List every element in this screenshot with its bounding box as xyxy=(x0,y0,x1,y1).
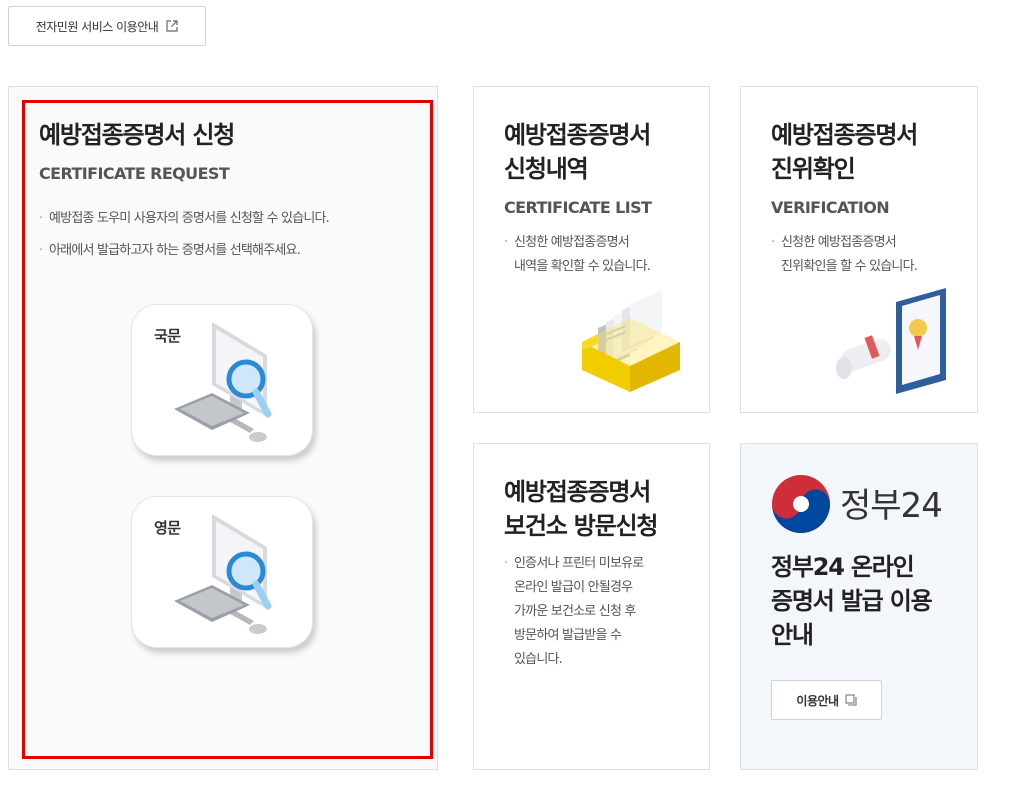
certificate-request-bullet-1: 예방접종 도우미 사용자의 증명서를 신청할 수 있습니다. xyxy=(39,207,330,231)
korean-certificate-button[interactable]: 국문 xyxy=(131,304,313,456)
gov24-logo-icon xyxy=(772,475,830,533)
e-civil-service-guide-label: 전자민원 서비스 이용안내 xyxy=(35,19,159,34)
gov24-brand: 정부24 xyxy=(840,486,943,526)
certificate-list-subtitle: CERTIFICATE LIST xyxy=(504,198,652,217)
gov24-title: 정부24 온라인 증명서 발급 이용 안내 xyxy=(771,553,933,649)
certificate-icon xyxy=(836,288,946,394)
new-window-icon xyxy=(845,694,857,706)
health-center-visit-bullet: 인증서나 프린터 미보유로 온라인 발급이 안될경우 가까운 보건소로 신청 후… xyxy=(504,552,644,672)
verification-bullet: 신청한 예방접종증명서 진위확인을 할 수 있습니다. xyxy=(771,231,918,279)
gov24-guide-label: 이용안내 xyxy=(796,693,839,708)
verification-subtitle: VERIFICATION xyxy=(771,198,890,217)
health-center-visit-title: 예방접종증명서 보건소 방문신청 xyxy=(504,478,659,540)
english-certificate-button[interactable]: 영문 xyxy=(131,496,313,648)
gov24-guide-button[interactable]: 이용안내 xyxy=(771,680,882,720)
certificate-request-title: 예방접종증명서 신청 xyxy=(39,121,235,149)
computer-search-icon xyxy=(174,322,272,442)
certificate-list-title: 예방접종증명서 신청내역 xyxy=(504,121,651,183)
file-box-icon xyxy=(582,290,680,392)
verification-title: 예방접종증명서 진위확인 xyxy=(771,121,918,183)
certificate-list-bullet: 신청한 예방접종증명서 내역을 확인할 수 있습니다. xyxy=(504,231,651,279)
e-civil-service-guide-button[interactable]: 전자민원 서비스 이용안내 xyxy=(8,6,206,46)
certificate-request-bullet-2: 아래에서 발급하고자 하는 증명서를 선택해주세요. xyxy=(39,239,301,263)
certificate-request-subtitle: CERTIFICATE REQUEST xyxy=(39,164,230,183)
external-link-icon xyxy=(166,20,178,32)
computer-search-icon xyxy=(174,514,272,634)
